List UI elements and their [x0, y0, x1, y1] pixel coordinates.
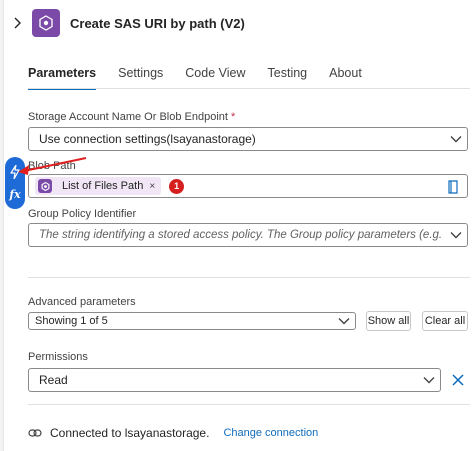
permissions-label: Permissions — [28, 351, 88, 363]
section-divider — [28, 277, 470, 278]
advanced-parameters-dropdown[interactable]: Showing 1 of 5 — [28, 312, 356, 330]
action-header: Create SAS URI by path (V2) — [8, 8, 245, 38]
blob-storage-icon — [38, 179, 52, 193]
change-connection-link[interactable]: Change connection — [223, 427, 318, 439]
show-all-button[interactable]: Show all — [366, 311, 411, 331]
tab-parameters[interactable]: Parameters — [28, 66, 97, 90]
blob-path-label: Blob Path — [28, 160, 76, 172]
dynamic-content-token[interactable]: List of Files Path × — [35, 177, 162, 195]
chevron-down-icon — [445, 224, 467, 246]
required-mark: * — [231, 111, 236, 123]
group-policy-label-text: Group Policy Identifier — [28, 208, 137, 220]
remove-parameter-icon[interactable] — [448, 370, 468, 390]
chevron-right-icon[interactable] — [8, 14, 26, 32]
blob-path-input[interactable]: List of Files Path × 1 — [28, 174, 468, 198]
left-rail — [0, 0, 4, 451]
insert-content-pill: fx — [5, 157, 25, 209]
lightning-icon[interactable] — [10, 165, 20, 180]
blob-path-label-text: Blob Path — [28, 160, 76, 172]
storage-account-value: Use connection settings(lsayanastorage) — [39, 132, 256, 146]
advanced-parameters-value: Showing 1 of 5 — [35, 315, 108, 327]
expression-icon[interactable]: fx — [9, 188, 20, 201]
storage-account-label: Storage Account Name Or Blob Endpoint * — [28, 111, 235, 123]
storage-account-dropdown[interactable]: Use connection settings(lsayanastorage) — [28, 127, 468, 151]
tab-testing[interactable]: Testing — [268, 66, 308, 90]
tab-settings[interactable]: Settings — [118, 66, 163, 90]
permissions-value: Read — [39, 373, 68, 387]
token-remove-icon[interactable]: × — [149, 181, 155, 192]
tab-code-view[interactable]: Code View — [185, 66, 245, 90]
advanced-parameters-label-text: Advanced parameters — [28, 296, 136, 308]
book-icon[interactable] — [445, 179, 461, 195]
connection-status-text: Connected to lsayanastorage. — [50, 426, 210, 440]
storage-account-label-text: Storage Account Name Or Blob Endpoint — [28, 111, 228, 123]
footer-divider — [28, 404, 470, 405]
chevron-down-icon — [445, 128, 467, 150]
advanced-parameters-label: Advanced parameters — [28, 296, 136, 308]
group-policy-label: Group Policy Identifier — [28, 208, 136, 220]
connection-footer: Connected to lsayanastorage. Change conn… — [28, 426, 318, 440]
chevron-down-icon — [418, 369, 440, 391]
group-policy-placeholder: The string identifying a stored access p… — [39, 229, 445, 241]
tab-bar: Parameters Settings Code View Testing Ab… — [28, 66, 384, 90]
chevron-down-icon — [333, 310, 355, 332]
permissions-label-text: Permissions — [28, 351, 88, 363]
annotation-badge: 1 — [169, 178, 185, 194]
action-title: Create SAS URI by path (V2) — [70, 15, 245, 31]
tab-divider — [28, 88, 470, 89]
permissions-dropdown[interactable]: Read — [28, 368, 441, 392]
clear-all-button[interactable]: Clear all — [422, 311, 468, 331]
tab-about[interactable]: About — [329, 66, 362, 90]
blob-storage-icon — [32, 9, 60, 37]
token-label: List of Files Path — [62, 180, 144, 192]
group-policy-dropdown[interactable]: The string identifying a stored access p… — [28, 223, 468, 247]
link-icon — [28, 428, 42, 438]
